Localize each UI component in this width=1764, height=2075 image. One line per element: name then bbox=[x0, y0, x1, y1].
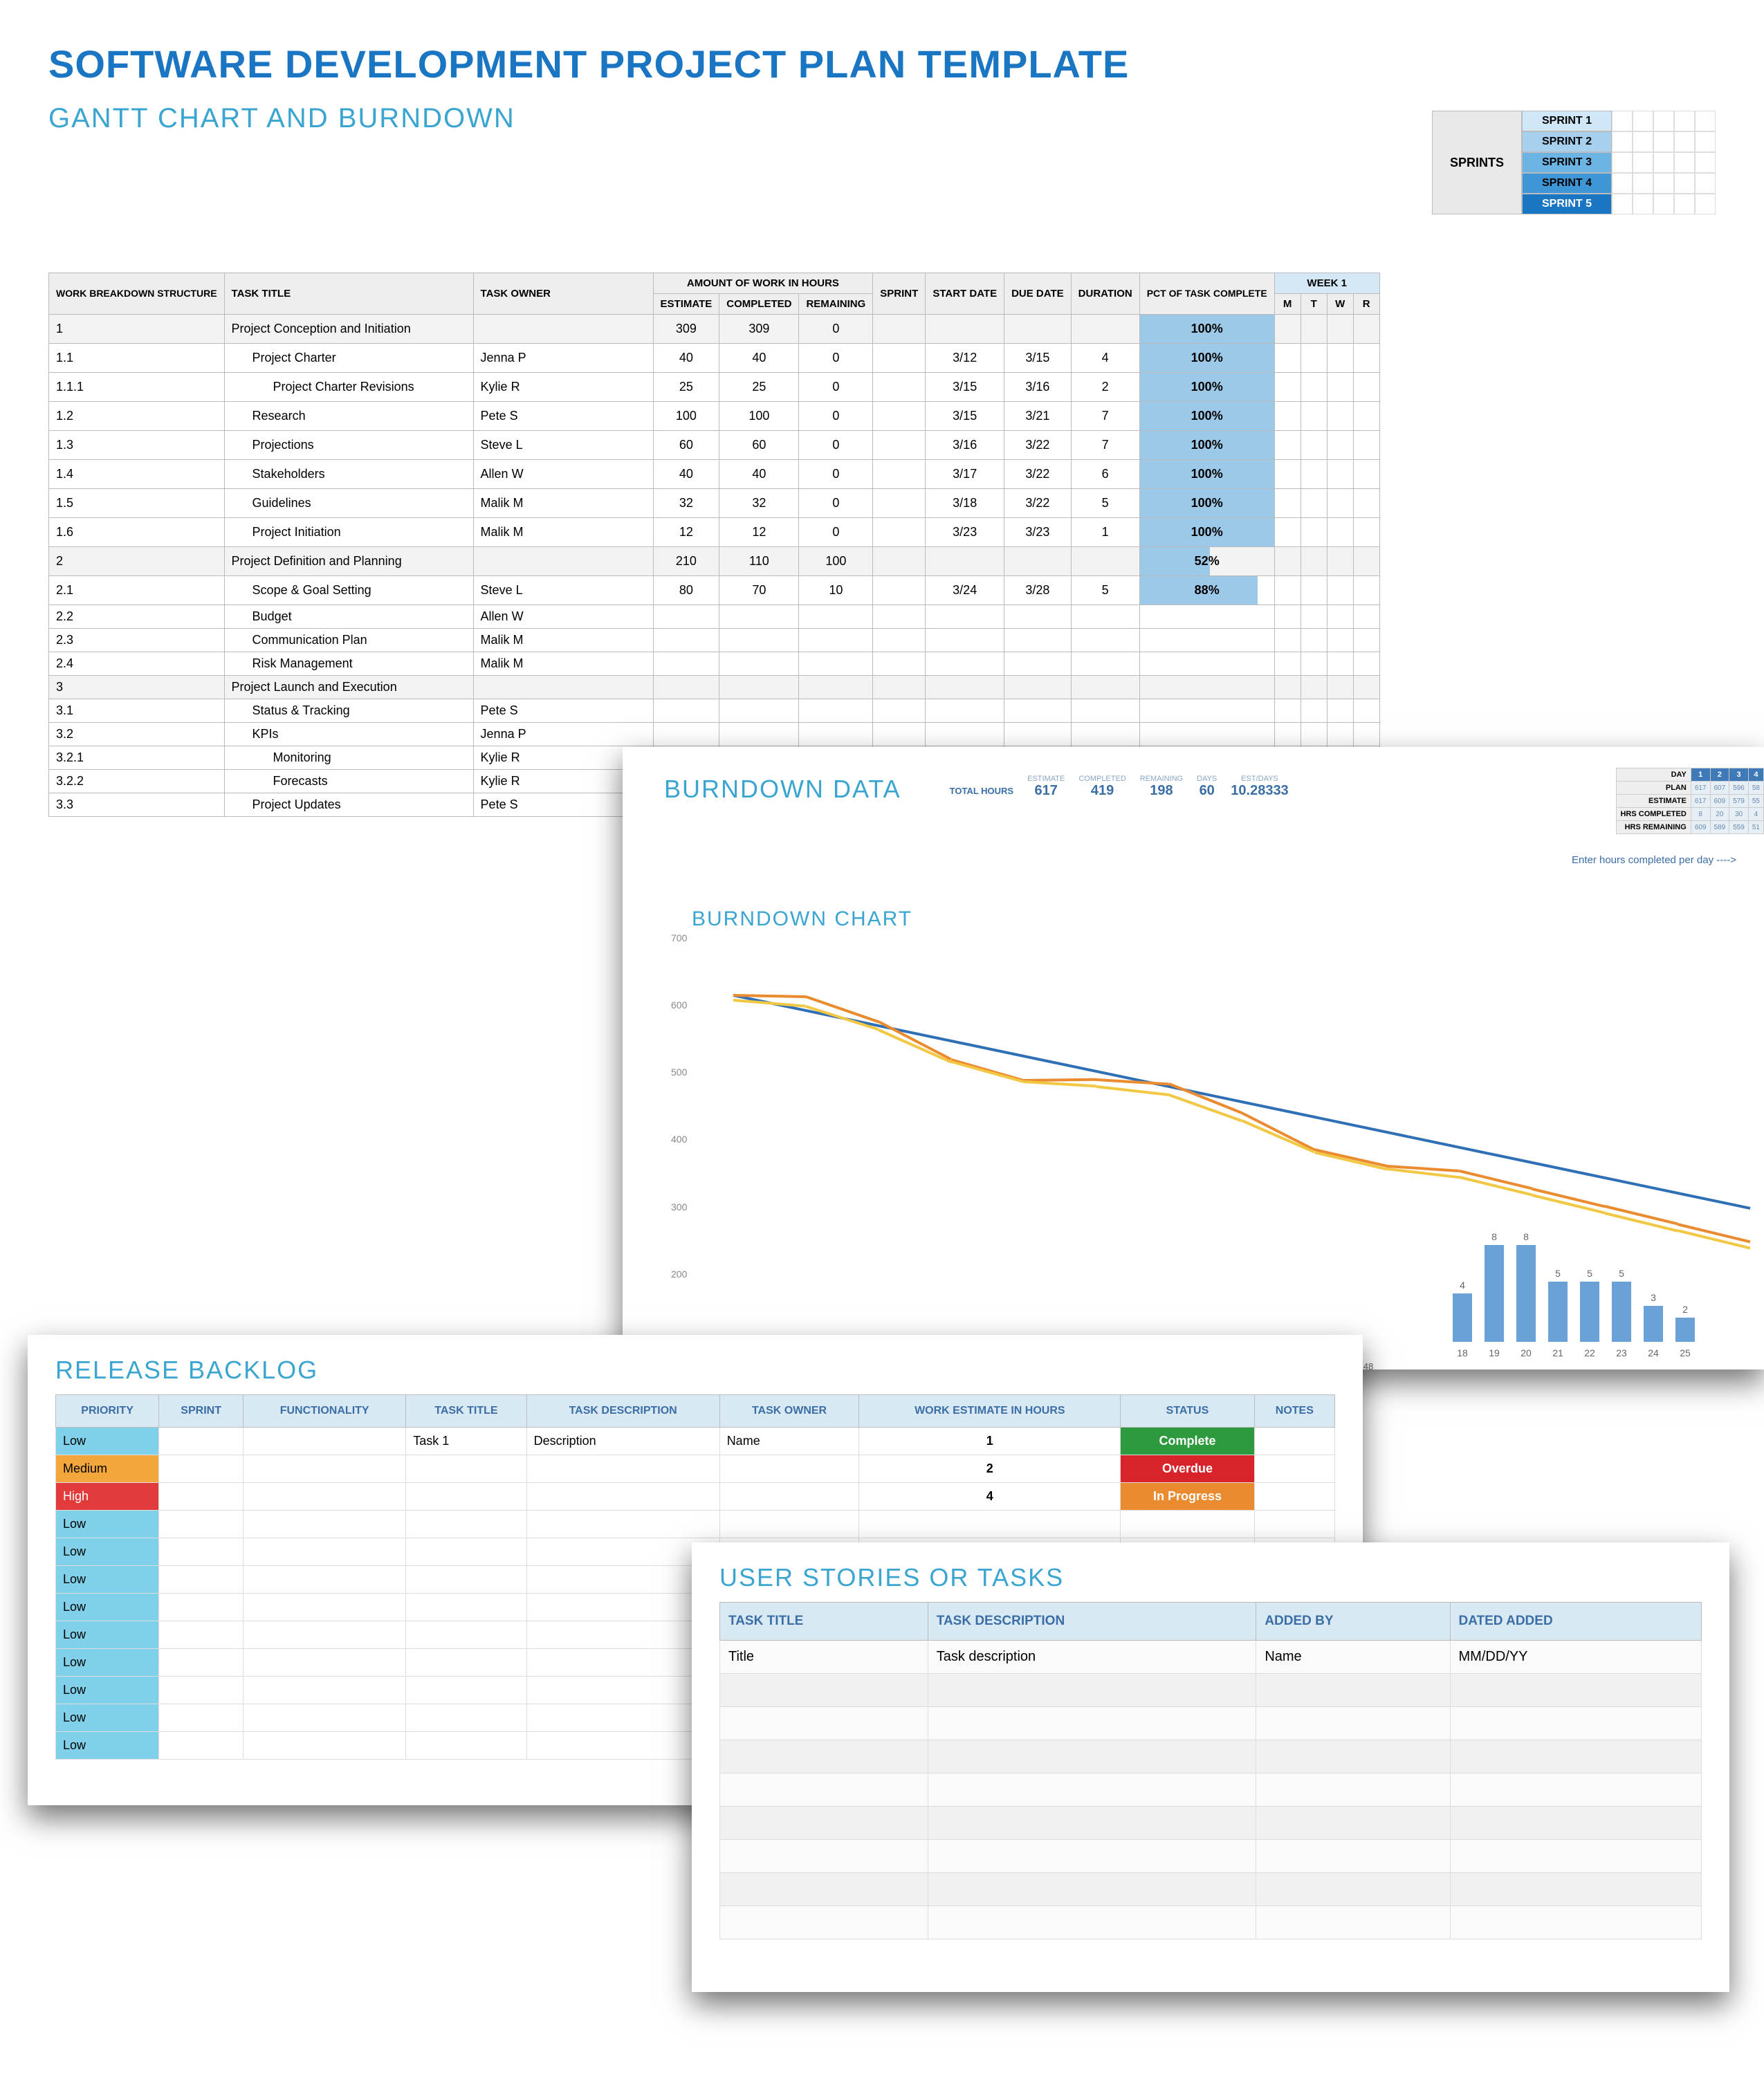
sprint-4: SPRINT 4 bbox=[1522, 173, 1612, 194]
backlog-row[interactable]: LowTask 1DescriptionName1Complete bbox=[56, 1428, 1335, 1455]
task-row[interactable]: 1.4StakeholdersAllen W404003/173/226100% bbox=[49, 460, 1380, 489]
sprints-label: SPRINTS bbox=[1432, 111, 1522, 214]
metric-label-est: ESTIMATE bbox=[1020, 775, 1072, 783]
backlog-row[interactable]: Medium2Overdue bbox=[56, 1455, 1335, 1483]
backlog-header: TASK DESCRIPTION bbox=[526, 1395, 719, 1428]
hdr-duration: DURATION bbox=[1071, 273, 1139, 315]
hint-hours: Enter hours completed per day ----> bbox=[664, 854, 1736, 866]
sprint-2: SPRINT 2 bbox=[1522, 131, 1612, 152]
backlog-row[interactable]: Low bbox=[56, 1511, 1335, 1538]
task-row[interactable]: 1Project Conception and Initiation309309… bbox=[49, 315, 1380, 344]
burndown-title: BURNDOWN DATA bbox=[664, 775, 901, 804]
sprints-legend: SPRINTS SPRINT 1SPRINT 2SPRINT 3SPRINT 4… bbox=[1432, 111, 1716, 214]
metric-remaining: 198 bbox=[1133, 783, 1190, 799]
burndown-metrics: ESTIMATE COMPLETED REMAINING DAYS EST/DA… bbox=[943, 775, 1296, 799]
sprint-3: SPRINT 3 bbox=[1522, 152, 1612, 173]
hint-days: ^ Enter number of days bbox=[664, 823, 1736, 835]
hdr-remaining: REMAINING bbox=[799, 294, 873, 315]
hdr-sprint: SPRINT bbox=[873, 273, 926, 315]
hdr-due: DUE DATE bbox=[1004, 273, 1072, 315]
hdr-week: WEEK 1 bbox=[1274, 273, 1379, 294]
metric-days: 60 bbox=[1190, 783, 1224, 799]
hdr-task-owner: TASK OWNER bbox=[473, 273, 653, 315]
task-row[interactable]: 1.5GuidelinesMalik M323203/183/225100% bbox=[49, 489, 1380, 518]
story-row[interactable] bbox=[720, 1840, 1702, 1873]
hdr-estimate: ESTIMATE bbox=[653, 294, 719, 315]
story-row[interactable] bbox=[720, 1873, 1702, 1906]
stories-table: TASK TITLETASK DESCRIPTIONADDED BYDATED … bbox=[719, 1602, 1702, 1939]
sprint-1: SPRINT 1 bbox=[1522, 111, 1612, 131]
task-row[interactable]: 1.1Project CharterJenna P404003/123/1541… bbox=[49, 344, 1380, 373]
metric-label-rem: REMAINING bbox=[1133, 775, 1190, 783]
story-row[interactable] bbox=[720, 1674, 1702, 1707]
metric-estimate: 617 bbox=[1020, 783, 1072, 799]
hdr-task-title: TASK TITLE bbox=[224, 273, 473, 315]
burndown-day-table: DAY1234PLAN61760759658ESTIMATE6176095795… bbox=[1616, 768, 1764, 834]
mini-bar-chart: 418819820521522523324225 bbox=[1446, 1217, 1736, 1342]
task-row[interactable]: 2.1Scope & Goal SettingSteve L8070103/24… bbox=[49, 576, 1380, 605]
backlog-header: TASK TITLE bbox=[406, 1395, 526, 1428]
metric-label-comp: COMPLETED bbox=[1072, 775, 1132, 783]
sprint-5: SPRINT 5 bbox=[1522, 194, 1612, 214]
hdr-pct: PCT OF TASK COMPLETE bbox=[1139, 273, 1274, 315]
burndown-hints: ^ Enter number of days Enter hours compl… bbox=[664, 823, 1764, 866]
stories-title: USER STORIES OR TASKS bbox=[719, 1563, 1702, 1592]
metric-completed: 419 bbox=[1072, 783, 1132, 799]
backlog-header: TASK OWNER bbox=[719, 1395, 859, 1428]
story-row[interactable] bbox=[720, 1740, 1702, 1773]
hdr-day-r: R bbox=[1353, 294, 1379, 315]
backlog-header: PRIORITY bbox=[56, 1395, 159, 1428]
hdr-start: START DATE bbox=[926, 273, 1004, 315]
hdr-wbs: WORK BREAKDOWN STRUCTURE bbox=[49, 273, 225, 315]
user-stories-panel: USER STORIES OR TASKS TASK TITLETASK DES… bbox=[692, 1542, 1729, 1992]
story-row[interactable] bbox=[720, 1773, 1702, 1807]
stories-header: ADDED BY bbox=[1256, 1603, 1450, 1641]
backlog-header: SPRINT bbox=[159, 1395, 244, 1428]
burndown-chart-title: BURNDOWN CHART bbox=[692, 907, 1764, 931]
hdr-completed: COMPLETED bbox=[719, 294, 799, 315]
backlog-header: WORK ESTIMATE IN HOURS bbox=[859, 1395, 1121, 1428]
task-row[interactable]: 3.2KPIsJenna P bbox=[49, 723, 1380, 746]
stories-header: TASK DESCRIPTION bbox=[928, 1603, 1256, 1641]
task-row[interactable]: 1.6Project InitiationMalik M121203/233/2… bbox=[49, 518, 1380, 547]
hdr-day-w: W bbox=[1327, 294, 1353, 315]
task-row[interactable]: 2.4Risk ManagementMalik M bbox=[49, 652, 1380, 676]
backlog-header: FUNCTIONALITY bbox=[244, 1395, 406, 1428]
task-row[interactable]: 1.3ProjectionsSteve L606003/163/227100% bbox=[49, 431, 1380, 460]
task-row[interactable]: 3.1Status & TrackingPete S bbox=[49, 699, 1380, 723]
story-row[interactable] bbox=[720, 1906, 1702, 1939]
story-row[interactable] bbox=[720, 1707, 1702, 1740]
hdr-day-m: M bbox=[1274, 294, 1301, 315]
task-row[interactable]: 3Project Launch and Execution bbox=[49, 676, 1380, 699]
stories-header: TASK TITLE bbox=[720, 1603, 928, 1641]
gantt-table: WORK BREAKDOWN STRUCTURE TASK TITLE TASK… bbox=[48, 273, 1380, 817]
story-row[interactable]: TitleTask descriptionNameMM/DD/YY bbox=[720, 1641, 1702, 1674]
hdr-day-t: T bbox=[1301, 294, 1327, 315]
metric-label-estdays: EST/DAYS bbox=[1224, 775, 1295, 783]
backlog-row[interactable]: High4In Progress bbox=[56, 1483, 1335, 1511]
backlog-title: RELEASE BACKLOG bbox=[55, 1356, 1335, 1385]
story-row[interactable] bbox=[720, 1807, 1702, 1840]
metric-label-days: DAYS bbox=[1190, 775, 1224, 783]
stories-header: DATED ADDED bbox=[1450, 1603, 1702, 1641]
task-row[interactable]: 1.2ResearchPete S10010003/153/217100% bbox=[49, 402, 1380, 431]
task-row[interactable]: 2Project Definition and Planning21011010… bbox=[49, 547, 1380, 576]
page-title: SOFTWARE DEVELOPMENT PROJECT PLAN TEMPLA… bbox=[48, 42, 1716, 86]
metric-est-per-day: 10.28333 bbox=[1224, 783, 1295, 799]
hdr-work-group: AMOUNT OF WORK IN HOURS bbox=[653, 273, 873, 294]
backlog-header: NOTES bbox=[1254, 1395, 1334, 1428]
task-row[interactable]: 2.2BudgetAllen W bbox=[49, 605, 1380, 629]
metric-label-total: TOTAL HOURS bbox=[943, 783, 1020, 799]
task-row[interactable]: 2.3Communication PlanMalik M bbox=[49, 629, 1380, 652]
backlog-header: STATUS bbox=[1121, 1395, 1254, 1428]
task-row[interactable]: 1.1.1Project Charter RevisionsKylie R252… bbox=[49, 373, 1380, 402]
